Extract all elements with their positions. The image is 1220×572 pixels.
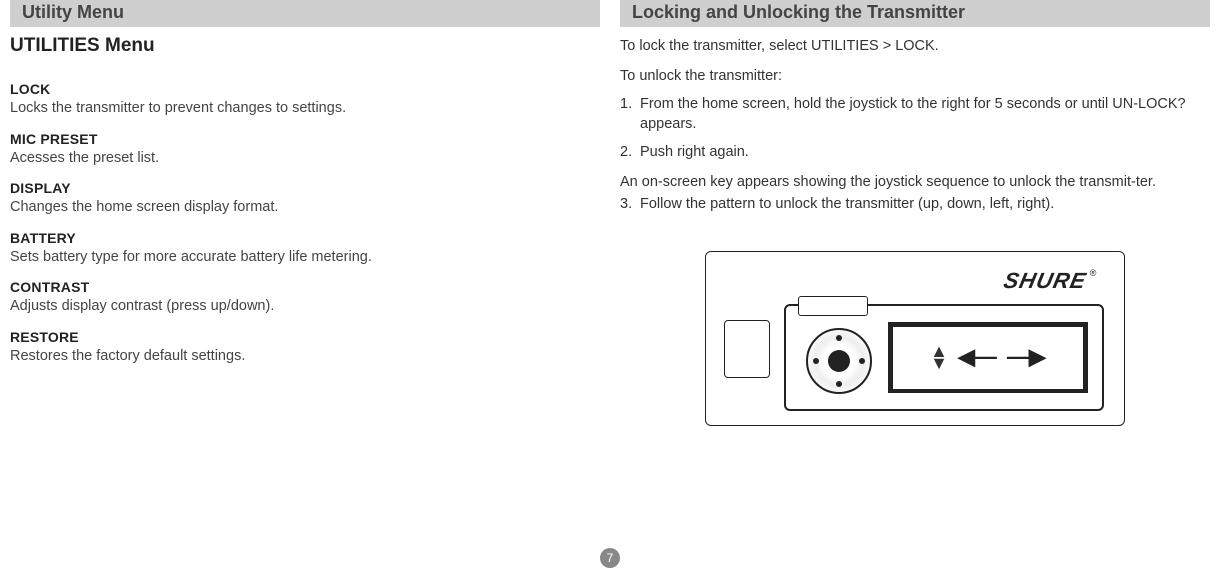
step-number: 3. — [620, 195, 640, 215]
definition-list: LOCK Locks the transmitter to prevent ch… — [10, 67, 600, 372]
term-display: DISPLAY — [10, 174, 600, 198]
step-text: Push right again. — [640, 143, 1210, 163]
desc-mic-preset: Acesses the preset list. — [10, 149, 600, 175]
step-text: Follow the pattern to unlock the transmi… — [640, 195, 1210, 215]
joystick-dot-down — [836, 381, 842, 387]
joystick-icon — [806, 328, 872, 394]
step-number: 2. — [620, 143, 640, 163]
heading-utilities-menu: UTILITIES Menu — [10, 33, 600, 67]
left-column: Utility Menu UTILITIES Menu LOCK Locks t… — [10, 0, 600, 530]
term-lock: LOCK — [10, 75, 600, 99]
section-title-utility-menu: Utility Menu — [10, 0, 600, 27]
section-title-locking: Locking and Unlocking the Transmitter — [620, 0, 1210, 27]
desc-contrast: Adjusts display contrast (press up/down)… — [10, 297, 600, 323]
paragraph-onscreen-key: An on-screen key appears showing the joy… — [620, 169, 1210, 193]
step-text: From the home screen, hold the joystick … — [640, 95, 1210, 134]
joystick-dot-right — [859, 358, 865, 364]
registered-mark: ® — [1090, 268, 1098, 278]
device-panel: ▲▼ ◀― ―▶ — [784, 304, 1104, 411]
paragraph-unlock-intro: To unlock the transmitter: — [620, 63, 1210, 93]
brand-text: SHURE — [1002, 268, 1089, 293]
step-1: 1. From the home screen, hold the joysti… — [620, 92, 1210, 140]
updown-arrow-icon: ▲▼ — [930, 345, 948, 370]
right-arrow-icon: ―▶ — [1007, 346, 1046, 368]
step-number: 1. — [620, 95, 640, 134]
left-arrow-icon: ◀― — [958, 346, 997, 368]
desc-lock: Locks the transmitter to prevent changes… — [10, 99, 600, 125]
device-figure: SHURE® — [620, 251, 1210, 426]
desc-restore: Restores the factory default settings. — [10, 347, 600, 373]
joystick-dot-up — [836, 335, 842, 341]
right-column: Locking and Unlocking the Transmitter To… — [620, 0, 1210, 530]
step-3: 3. Follow the pattern to unlock the tran… — [620, 192, 1210, 221]
term-restore: RESTORE — [10, 323, 600, 347]
device-button-slot — [798, 296, 868, 316]
page-footer: 7 — [0, 548, 1220, 568]
device-lcd: ▲▼ ◀― ―▶ — [888, 322, 1088, 393]
device-slot — [724, 320, 770, 378]
page-number: 7 — [600, 548, 620, 568]
device-outline: SHURE® — [705, 251, 1125, 426]
step-2: 2. Push right again. — [620, 140, 1210, 169]
joystick-dot-left — [813, 358, 819, 364]
ordered-steps: 1. From the home screen, hold the joysti… — [620, 92, 1210, 169]
unlock-sequence-icons: ▲▼ ◀― ―▶ — [930, 345, 1046, 370]
term-mic-preset: MIC PRESET — [10, 125, 600, 149]
brand-logo: SHURE® — [1002, 268, 1099, 294]
paragraph-lock-instruction: To lock the transmitter, select UTILITIE… — [620, 33, 1210, 63]
term-contrast: CONTRAST — [10, 273, 600, 297]
desc-battery: Sets battery type for more accurate batt… — [10, 248, 600, 274]
term-battery: BATTERY — [10, 224, 600, 248]
desc-display: Changes the home screen display format. — [10, 198, 600, 224]
